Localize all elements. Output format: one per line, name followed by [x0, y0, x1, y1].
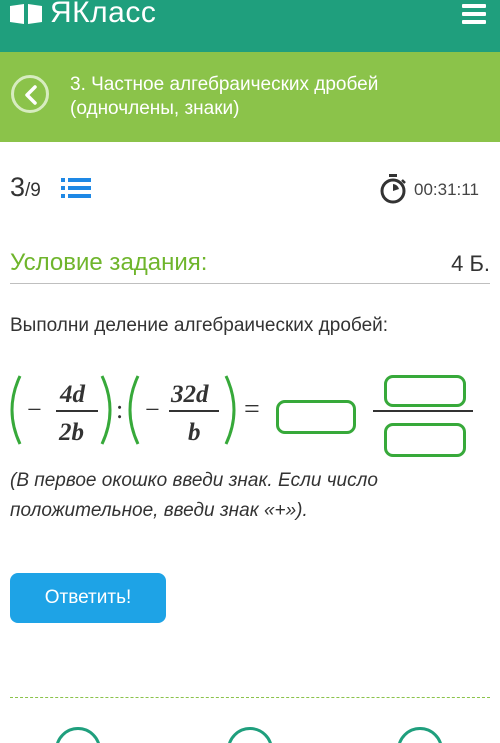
divider — [10, 283, 490, 284]
stopwatch-icon — [380, 174, 406, 204]
paren-left-1 — [10, 375, 22, 445]
minus-2: − — [145, 395, 160, 424]
frac1-num: 4d — [59, 381, 86, 408]
paren-left-2 — [128, 375, 140, 445]
timer-value: 00:31:11 — [414, 180, 479, 199]
frac2-bar — [169, 410, 219, 412]
nav-button-middle[interactable] — [227, 727, 273, 743]
condition-title: Условие задания: — [10, 249, 208, 276]
frac2-den: b — [188, 419, 201, 446]
task-text: Выполни деление алгебраических дробей: — [10, 315, 389, 336]
current-task: 3 — [10, 172, 26, 202]
paren-right-1 — [100, 375, 112, 445]
dotted-divider — [10, 697, 490, 698]
numerator-input[interactable] — [384, 375, 466, 407]
top-bar: ЯКласс — [0, 0, 500, 52]
sign-input[interactable] — [276, 400, 356, 434]
denominator-input[interactable] — [384, 423, 466, 457]
nav-button-next[interactable] — [397, 727, 443, 743]
book-icon — [8, 0, 44, 26]
hint-text: (В первое окошко введи знак. Если число … — [10, 470, 378, 521]
frac1-den: 2b — [58, 419, 84, 446]
answer-fraction-bar — [373, 410, 473, 412]
lesson-bar: 3. Частное алгебраических дробей (одночл… — [0, 52, 500, 142]
paren-right-2 — [224, 375, 236, 445]
nav-button-prev[interactable] — [55, 727, 101, 743]
hamburger-icon[interactable] — [462, 4, 486, 24]
frac2-num: 32d — [170, 381, 209, 408]
back-button[interactable] — [11, 75, 49, 113]
answer-button[interactable]: Ответить! — [10, 573, 166, 623]
logo[interactable]: ЯКласс — [8, 0, 156, 30]
points: 4 Б. — [451, 251, 490, 276]
minus-1: − — [27, 395, 42, 424]
task-counter: 3/9 — [10, 172, 41, 203]
lesson-title[interactable]: 3. Частное алгебраических дробей (одночл… — [70, 73, 490, 121]
equals-sign: = — [244, 394, 260, 425]
div-sign: : — [116, 395, 123, 424]
frac1-bar — [56, 410, 98, 412]
formula: − 4d 2b : − 32d b = — [10, 375, 260, 446]
chevron-left-icon — [25, 85, 37, 105]
total-tasks: /9 — [25, 180, 41, 201]
logo-text: ЯКласс — [50, 0, 157, 29]
list-icon[interactable] — [61, 177, 91, 199]
